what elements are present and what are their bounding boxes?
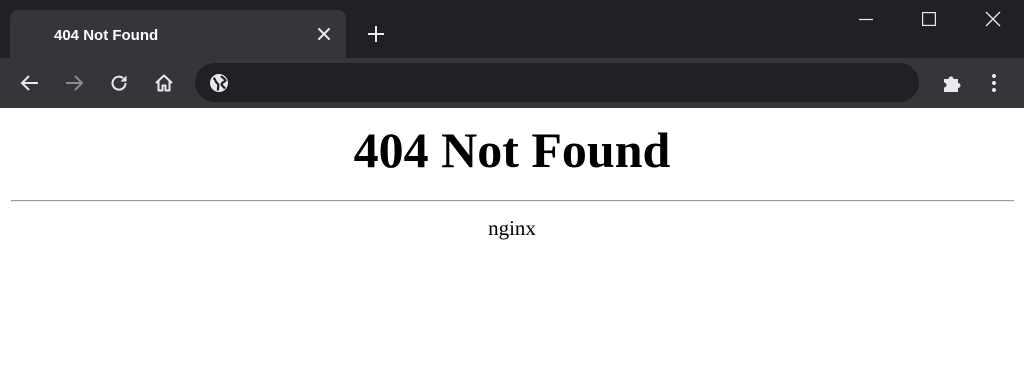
tab-active[interactable]: 404 Not Found (10, 10, 346, 58)
close-icon[interactable] (962, 0, 1024, 38)
tab-strip: 404 Not Found (0, 0, 1024, 58)
maximize-icon[interactable] (898, 0, 960, 38)
page-title: 404 Not Found (353, 122, 671, 178)
globe-icon[interactable] (208, 72, 230, 94)
back-arrow-icon[interactable] (14, 67, 46, 99)
tab-close-icon[interactable] (314, 24, 334, 44)
minimize-icon[interactable] (835, 0, 897, 38)
address-bar[interactable] (195, 63, 919, 102)
server-name: nginx (488, 216, 536, 240)
home-icon[interactable] (148, 67, 180, 99)
forward-arrow-icon[interactable] (58, 67, 90, 99)
page-content: 404 Not Found nginx (0, 108, 1024, 370)
reload-icon[interactable] (103, 67, 135, 99)
new-tab-plus-icon[interactable] (362, 20, 390, 48)
address-input[interactable] (241, 68, 905, 98)
browser-window: 404 Not Found 404 Not Found nginx (0, 0, 1024, 370)
tab-title: 404 Not Found (54, 27, 159, 44)
kebab-menu-icon[interactable] (978, 67, 1010, 99)
horizontal-rule (11, 200, 1014, 202)
toolbar (0, 58, 1024, 108)
extensions-puzzle-icon[interactable] (936, 67, 968, 99)
